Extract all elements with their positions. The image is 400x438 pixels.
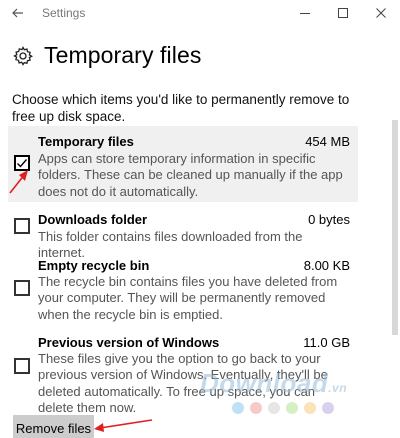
item-name: Temporary files bbox=[38, 134, 134, 149]
window-title: Settings bbox=[42, 6, 86, 20]
page-title: Temporary files bbox=[44, 42, 202, 68]
watermark-dot bbox=[250, 402, 262, 414]
maximize-icon bbox=[338, 8, 348, 18]
downloads-folder-checkbox[interactable] bbox=[14, 218, 30, 234]
intro-text: Choose which items you'd like to permane… bbox=[12, 92, 350, 124]
window-controls bbox=[286, 0, 400, 26]
title-bar: Settings bbox=[0, 0, 400, 26]
back-button[interactable] bbox=[0, 0, 36, 26]
watermark-dot bbox=[232, 402, 244, 414]
previous-windows-checkbox[interactable] bbox=[14, 358, 30, 374]
watermark-dot bbox=[304, 402, 316, 414]
item-temporary-files[interactable]: Temporary files 454 MB Apps can store te… bbox=[8, 126, 358, 202]
back-arrow-icon bbox=[12, 8, 23, 18]
gear-icon bbox=[12, 45, 34, 67]
item-downloads-folder[interactable]: Downloads folder 0 bytes This folder con… bbox=[8, 203, 358, 260]
item-name: Downloads folder bbox=[38, 212, 148, 227]
page-header: Temporary files bbox=[12, 42, 201, 69]
watermark-dot bbox=[322, 402, 334, 414]
remove-files-button[interactable]: Remove files bbox=[13, 415, 94, 438]
empty-recycle-bin-checkbox[interactable] bbox=[14, 280, 30, 296]
watermark-logo: Download.vn bbox=[200, 368, 347, 399]
watermark-suffix: .vn bbox=[328, 381, 348, 395]
item-description: Apps can store temporary information in … bbox=[38, 151, 343, 199]
item-size: 0 bytes bbox=[308, 212, 350, 227]
item-empty-recycle-bin[interactable]: Empty recycle bin 8.00 KB The recycle bi… bbox=[8, 250, 358, 330]
watermark-dot bbox=[286, 402, 298, 414]
item-name: Previous version of Windows bbox=[38, 335, 220, 350]
item-size: 11.0 GB bbox=[303, 335, 350, 350]
close-button[interactable] bbox=[362, 0, 400, 26]
temporary-files-checkbox[interactable] bbox=[14, 155, 30, 171]
item-size: 454 MB bbox=[305, 134, 350, 149]
close-icon bbox=[376, 8, 386, 18]
scrollbar[interactable] bbox=[392, 120, 398, 335]
checkmark-icon bbox=[17, 159, 28, 168]
item-description: The recycle bin contains files you have … bbox=[38, 274, 338, 322]
watermark-dots bbox=[232, 402, 334, 414]
minimize-button[interactable] bbox=[286, 0, 324, 26]
maximize-button[interactable] bbox=[324, 0, 362, 26]
annotation-arrow-icon bbox=[94, 419, 153, 432]
item-size: 8.00 KB bbox=[303, 258, 350, 273]
watermark-text: Download bbox=[200, 368, 329, 398]
item-name: Empty recycle bin bbox=[38, 258, 150, 273]
minimize-icon bbox=[300, 13, 310, 14]
watermark-dot bbox=[268, 402, 280, 414]
